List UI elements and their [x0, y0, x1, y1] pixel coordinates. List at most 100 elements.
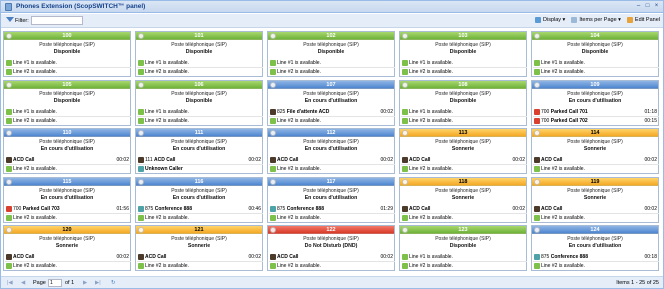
prev-page-button[interactable]: ◀ [21, 280, 25, 286]
device-type: Poste téléphonique (SIP) [435, 139, 491, 145]
line-status-icon [6, 117, 12, 124]
extension-card-102[interactable]: 102 Poste téléphonique (SIP) Disponible Lin… [267, 31, 395, 77]
first-page-button[interactable]: |◀ [7, 280, 13, 286]
extension-status: Disponible [581, 49, 609, 55]
extension-card-106[interactable]: 106 Poste téléphonique (SIP) Disponible Lin… [135, 79, 263, 126]
call-duration: 00:02 [116, 157, 129, 163]
call-label: Parked Call 703 [22, 205, 60, 212]
line-1: 111 ACD Call 00:02 [137, 156, 263, 164]
line-1: 875 Conference 888 01:29 [269, 205, 395, 213]
line-status-icon [6, 69, 12, 75]
maximize-button[interactable]: □ [644, 3, 651, 10]
line-2: Line #2 is available. [137, 212, 263, 221]
extension-card-110[interactable]: 110 Poste téléphonique (SIP) En cours d'ut… [3, 128, 131, 174]
last-page-button[interactable]: ▶| [95, 280, 101, 286]
line-text: Line #1 is available. [409, 60, 453, 66]
page-number-input[interactable] [48, 279, 62, 287]
extension-card-101[interactable]: 101 Poste téléphonique (SIP) Disponible Lin… [135, 31, 263, 77]
extension-card-107[interactable]: 107 Poste téléphonique (SIP) En cours d'ut… [267, 79, 395, 126]
extension-header: 105 [4, 80, 130, 89]
extension-number: 124 [590, 227, 600, 233]
extension-card-121[interactable]: 121 Poste téléphonique (SIP) Sonnerie ACD C… [135, 225, 263, 271]
extension-number: 121 [194, 227, 204, 233]
line-status-icon [138, 108, 144, 115]
line-2: Line #2 is available. [269, 261, 395, 269]
refresh-icon[interactable]: ↻ [111, 280, 116, 286]
extension-card-103[interactable]: 103 Poste téléphonique (SIP) Disponible Lin… [399, 31, 527, 77]
edit-panel-label: Edit Panel [634, 17, 660, 23]
extension-status: En cours d'utilisation [304, 97, 358, 104]
extension-card-109[interactable]: 109 Poste téléphonique (SIP) En cours d'ut… [531, 79, 659, 126]
call-label: Parked Call 702 [550, 117, 588, 124]
extension-number: 105 [62, 81, 72, 88]
line-status-icon [402, 214, 408, 221]
items-per-page-button[interactable]: Items per Page ▾ [571, 17, 621, 23]
extension-card-123[interactable]: 123 Poste téléphonique (SIP) Disponible Lin… [399, 225, 527, 271]
call-duration: 00:02 [512, 157, 525, 163]
line-status-icon [402, 108, 408, 115]
line-2: Line #2 is available. [137, 67, 263, 75]
extension-card-104[interactable]: 104 Poste téléphonique (SIP) Disponible Lin… [531, 31, 659, 77]
extension-number: 116 [194, 178, 204, 185]
call-duration: 00:02 [248, 157, 261, 163]
extension-card-108[interactable]: 108 Poste téléphonique (SIP) Disponible Lin… [399, 79, 527, 126]
extension-number: 104 [590, 33, 600, 39]
line-status-icon [138, 166, 144, 172]
line-text: Line #2 is available. [277, 263, 321, 269]
device-type: Poste téléphonique (SIP) [171, 139, 227, 145]
extension-number: 113 [458, 130, 468, 136]
extension-card-114[interactable]: 114 Poste téléphonique (SIP) Sonnerie ACD C… [531, 128, 659, 174]
edit-panel-button[interactable]: Edit Panel [626, 17, 660, 23]
extension-status: En cours d'utilisation [304, 146, 358, 152]
extension-header: 115 [4, 177, 130, 186]
extension-status: Disponible [185, 49, 213, 55]
line-1: Line #1 is available. [401, 108, 527, 116]
next-page-button[interactable]: ▶ [83, 280, 87, 286]
line-2: Line #2 is available. [533, 164, 659, 172]
items-per-page-label: Items per Page ▾ [579, 17, 621, 23]
extension-card-119[interactable]: 119 Poste téléphonique (SIP) Sonnerie ACD C… [531, 176, 659, 223]
display-label: Display ▾ [543, 17, 566, 23]
close-button[interactable]: × [653, 3, 660, 10]
extension-card-100[interactable]: 100 Poste téléphonique (SIP) Disponible Lin… [3, 31, 131, 77]
line-status-icon [402, 166, 408, 172]
extension-card-113[interactable]: 113 Poste téléphonique (SIP) Sonnerie ACD C… [399, 128, 527, 174]
extension-header: 114 [532, 129, 658, 137]
extension-card-116[interactable]: 116 Poste téléphonique (SIP) En cours d'ut… [135, 176, 263, 223]
line-text: Line #2 is available. [409, 214, 453, 221]
extension-card-105[interactable]: 105 Poste téléphonique (SIP) Disponible Lin… [3, 79, 131, 126]
line-text: Line #2 is available. [277, 69, 321, 75]
extension-card-112[interactable]: 112 Poste téléphonique (SIP) En cours d'ut… [267, 128, 395, 174]
extension-header: 112 [268, 129, 394, 137]
extension-number: 112 [326, 130, 336, 136]
extension-card-115[interactable]: 115 Poste téléphonique (SIP) En cours d'ut… [3, 176, 131, 223]
extension-header: 113 [400, 129, 526, 137]
call-label: ACD Call [13, 157, 35, 163]
line-1: ACD Call 00:02 [401, 156, 527, 164]
line-status-icon [534, 205, 540, 212]
line-status-icon [402, 157, 408, 163]
extension-card-122[interactable]: 122 Poste téléphonique (SIP) Do Not Distur… [267, 225, 395, 271]
extension-card-118[interactable]: 118 Poste téléphonique (SIP) Sonnerie ACD C… [399, 176, 527, 223]
line-status-icon [402, 205, 408, 212]
device-type: Poste téléphonique (SIP) [303, 236, 359, 242]
extension-card-124[interactable]: 124 Poste téléphonique (SIP) En cours d'ut… [531, 225, 659, 271]
extension-status: En cours d'utilisation [40, 194, 94, 201]
extension-number: 122 [326, 227, 336, 233]
call-duration: 00:02 [116, 254, 129, 260]
line-2: Line #2 is available. [5, 67, 131, 75]
line-2: Line #2 is available. [533, 212, 659, 221]
phone-panel-icon [5, 3, 12, 11]
display-menu-button[interactable]: Display ▾ [535, 17, 565, 23]
extension-card-120[interactable]: 120 Poste téléphonique (SIP) Sonnerie ACD C… [3, 225, 131, 271]
filter-label: Filter: [15, 17, 29, 24]
device-type: Poste téléphonique (SIP) [435, 236, 491, 242]
extension-number: 114 [590, 130, 600, 136]
device-type: Poste téléphonique (SIP) [567, 187, 623, 194]
minimize-button[interactable]: – [635, 3, 642, 10]
device-type: Poste téléphonique (SIP) [303, 42, 359, 48]
extension-card-117[interactable]: 117 Poste téléphonique (SIP) En cours d'ut… [267, 176, 395, 223]
line-status-icon [138, 157, 144, 163]
filter-input[interactable] [31, 16, 83, 25]
extension-card-111[interactable]: 111 Poste téléphonique (SIP) En cours d'ut… [135, 128, 263, 174]
